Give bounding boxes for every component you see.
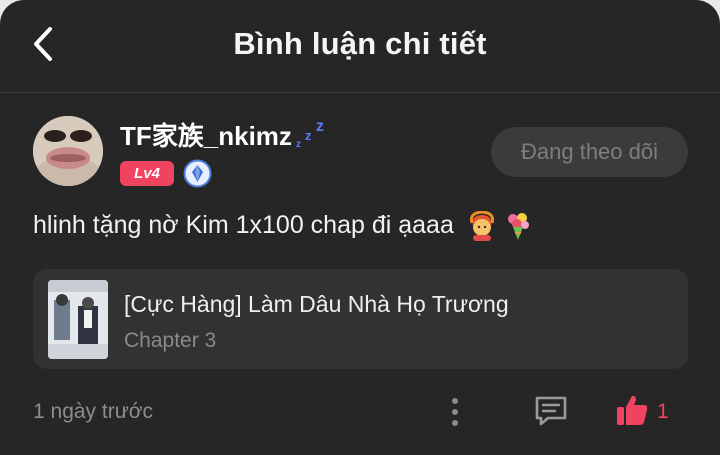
comment-icon [535, 396, 567, 426]
more-button[interactable] [440, 392, 470, 432]
bouquet-emoji [507, 213, 529, 241]
story-title: [Cực Hàng] Làm Dâu Nhà Họ Trương [124, 291, 509, 317]
person-gesturing-ok-emoji [469, 211, 494, 242]
avatar[interactable] [33, 116, 103, 186]
header: Bình luận chi tiết [0, 0, 720, 93]
comment-detail-sheet: Bình luận chi tiết TF家族_nkimz z z z Lv4 … [0, 0, 720, 455]
svg-text:z: z [305, 128, 312, 143]
story-card[interactable]: [Cực Hàng] Làm Dâu Nhà Họ Trương Chapter… [33, 269, 688, 369]
reply-button[interactable] [532, 393, 570, 429]
story-thumbnail [48, 280, 108, 359]
follow-button[interactable]: Đang theo dõi [491, 127, 688, 177]
diamond-badge-icon [183, 159, 212, 188]
like-button[interactable] [614, 392, 650, 428]
svg-text:z: z [296, 139, 301, 150]
like-count: 1 [657, 400, 669, 423]
avatar-image [33, 116, 103, 186]
sleep-zzz-icon: z z z [296, 118, 324, 150]
thumbs-up-icon [617, 395, 648, 425]
level-badge: Lv4 [120, 161, 174, 186]
svg-text:z: z [316, 118, 324, 135]
comment-time: 1 ngày trước [33, 400, 154, 423]
username[interactable]: TF家族_nkimz [120, 116, 292, 153]
more-vertical-icon [452, 398, 458, 426]
comment-text-row: hlinh tặng nờ Kim 1x100 chap đi ạaaa [33, 211, 533, 242]
story-chapter: Chapter 3 [124, 329, 217, 352]
page-title: Bình luận chi tiết [233, 26, 487, 61]
comment-text: hlinh tặng nờ Kim 1x100 chap đi ạaaa [33, 211, 454, 239]
